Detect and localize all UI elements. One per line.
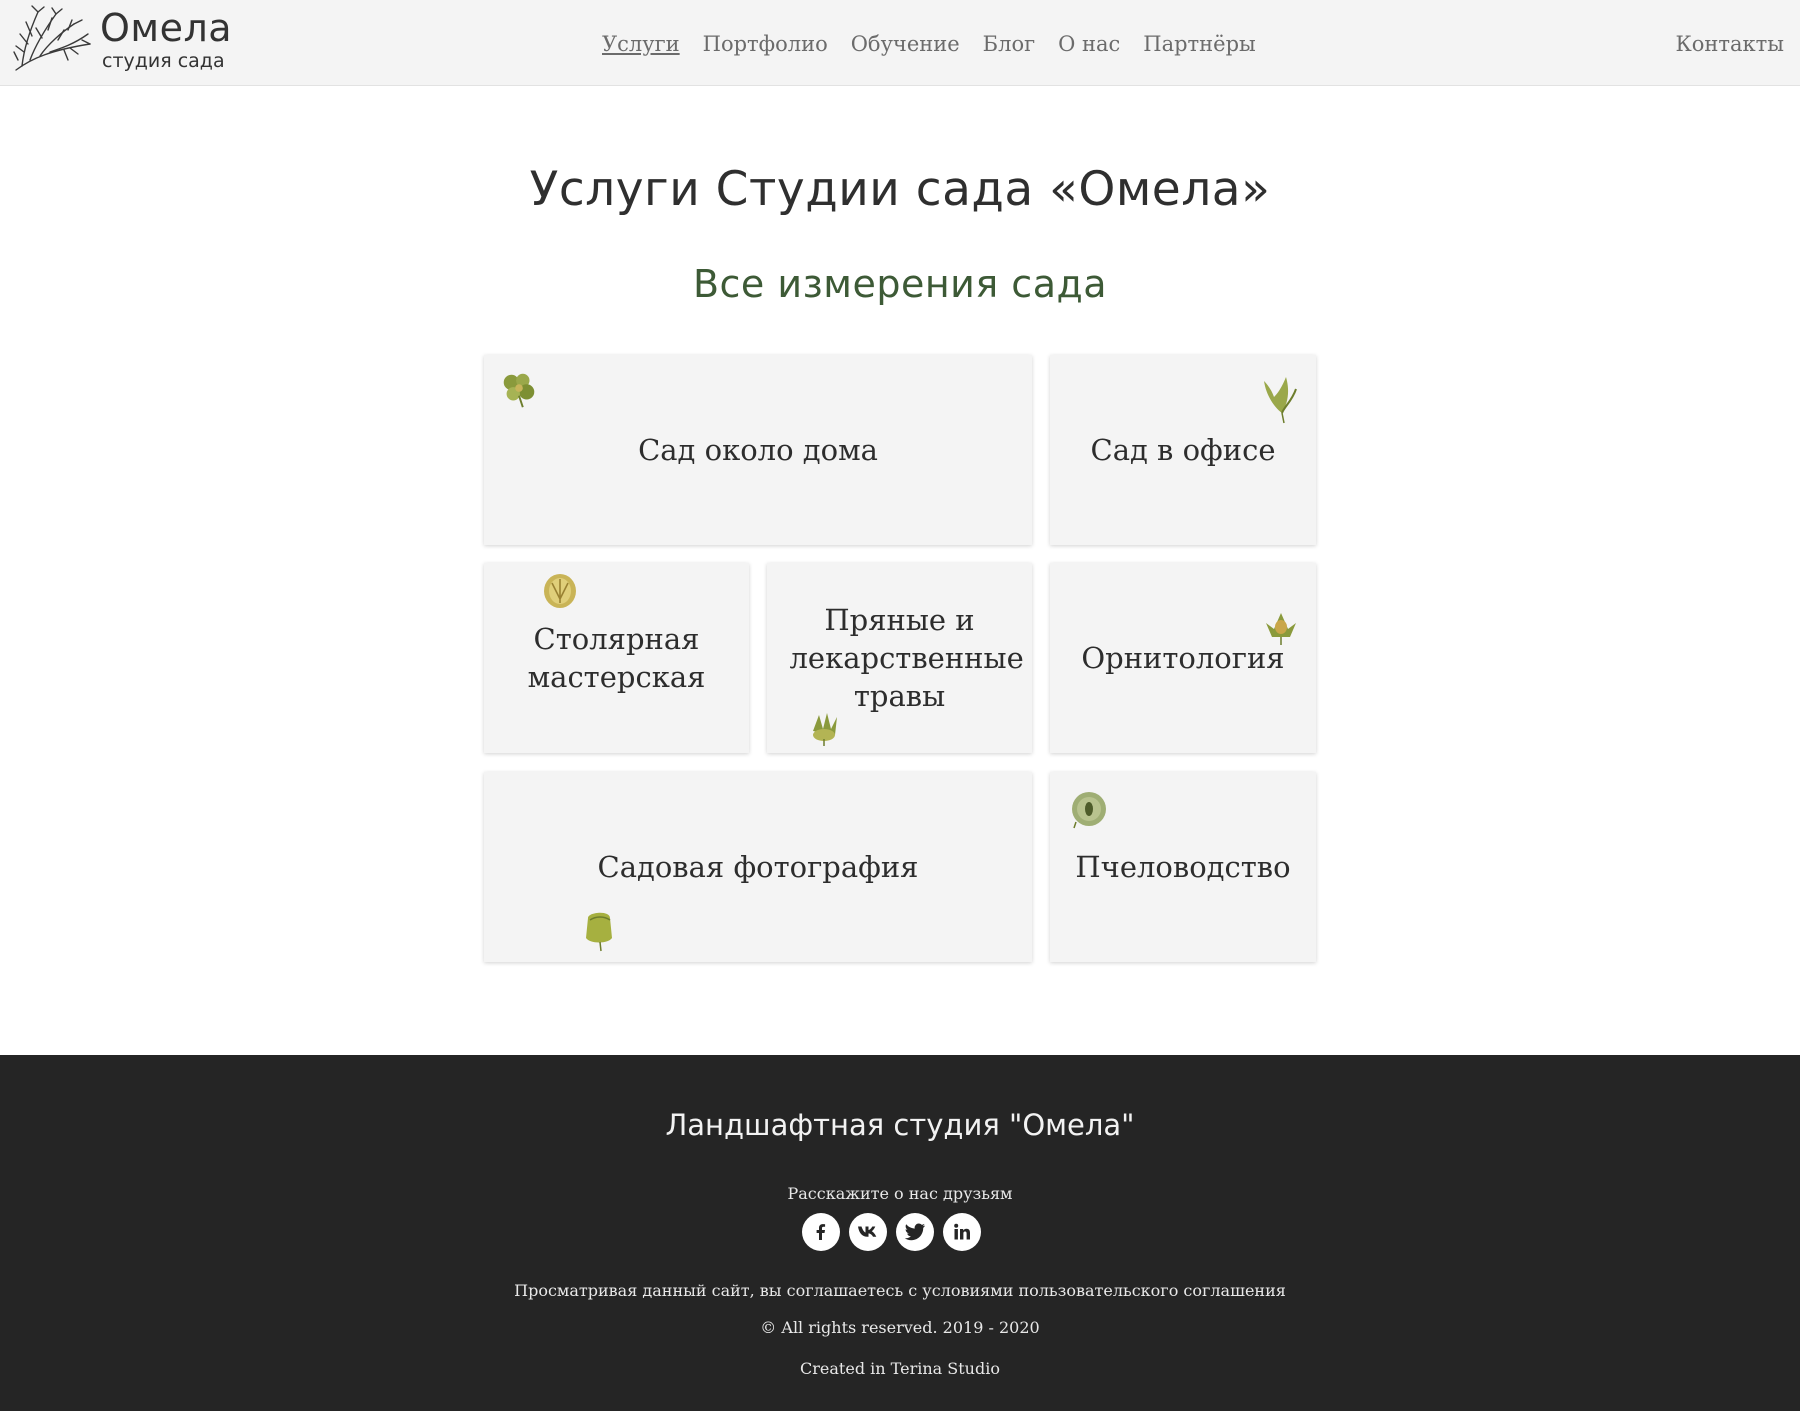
service-card-beekeeping[interactable]: Пчеловодство <box>1050 772 1316 962</box>
vk-button[interactable] <box>849 1213 887 1251</box>
footer-copyright: © All rights reserved. 2019 - 2020 <box>760 1318 1040 1337</box>
logo-subtitle: студия сада <box>102 50 225 72</box>
site-footer: Ландшафтная студия "Омела" Расскажите о … <box>0 1055 1800 1411</box>
service-label: Орнитология <box>1081 641 1285 675</box>
social-links <box>802 1213 990 1251</box>
twitter-button[interactable] <box>896 1213 934 1251</box>
service-label: Сад в офисе <box>1090 433 1276 467</box>
footer-share-text: Расскажите о нас друзьям <box>787 1184 1013 1203</box>
facebook-icon <box>816 1224 826 1240</box>
seed-disc-icon <box>1072 792 1106 829</box>
nav-item-contacts[interactable]: Контакты <box>1676 28 1785 60</box>
nav-item-education[interactable]: Обучение <box>851 28 960 60</box>
service-label: Садовая фотография <box>597 850 919 884</box>
vk-icon <box>858 1226 877 1237</box>
service-card-office-garden[interactable]: Сад в офисе <box>1050 355 1316 545</box>
service-label: Пряные и лекарственные травы <box>789 603 1024 713</box>
service-card-ornithology[interactable]: Орнитология <box>1050 563 1316 753</box>
main-nav: Услуги Портфолио Обучение Блог О нас Пар… <box>602 28 1279 60</box>
logo[interactable]: Омела студия сада <box>12 4 232 80</box>
nav-item-about[interactable]: О нас <box>1058 28 1120 60</box>
service-card-carpentry[interactable]: Столярная мастерская <box>484 563 749 753</box>
service-card-home-garden[interactable]: Сад около дома <box>484 355 1032 545</box>
facebook-button[interactable] <box>802 1213 840 1251</box>
mistletoe-logo-icon <box>13 5 91 71</box>
site-header: Омела студия сада Услуги Портфолио Обуче… <box>0 0 1800 86</box>
service-label: Столярная мастерская <box>527 622 706 694</box>
nav-item-portfolio[interactable]: Портфолио <box>703 28 828 60</box>
nav-item-services[interactable]: Услуги <box>602 28 680 60</box>
logo-title: Омела <box>100 6 233 50</box>
twitter-icon <box>904 1223 925 1241</box>
nav-item-partners[interactable]: Партнёры <box>1143 28 1255 60</box>
footer-agreement[interactable]: Просматривая данный сайт, вы соглашаетес… <box>0 1280 1800 1302</box>
page-title: Услуги Студии сада «Омела» <box>529 162 1271 217</box>
flower-icon <box>503 373 535 408</box>
service-card-herbs[interactable]: Пряные и лекарственные травы <box>767 563 1032 753</box>
linkedin-icon <box>954 1223 970 1240</box>
leaf-bud-icon <box>1264 377 1297 424</box>
nav-item-blog[interactable]: Блог <box>983 28 1035 60</box>
service-card-photography[interactable]: Садовая фотография <box>484 772 1032 962</box>
service-label: Сад около дома <box>638 433 878 467</box>
service-label: Пчеловодство <box>1075 850 1291 884</box>
seed-pod-icon <box>544 574 576 608</box>
footer-title: Ландшафтная студия "Омела" <box>665 1108 1135 1142</box>
linkedin-button[interactable] <box>943 1213 981 1251</box>
page-subtitle: Все измерения сада <box>692 262 1108 306</box>
footer-credits[interactable]: Created in Terina Studio <box>0 1358 1800 1380</box>
bud-icon <box>586 912 612 952</box>
